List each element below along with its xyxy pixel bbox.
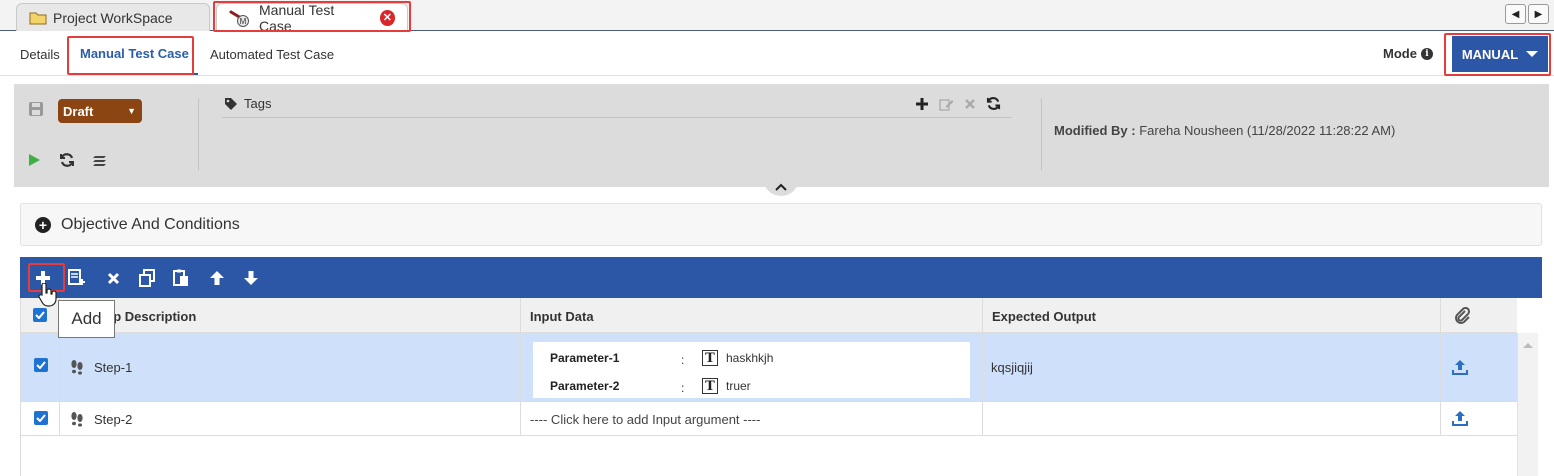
modified-by-label: Modified By : [1054, 123, 1136, 138]
divider [1041, 98, 1042, 170]
svg-text:M: M [240, 17, 247, 26]
row-checkbox[interactable] [34, 411, 48, 425]
scroll-right-icon[interactable]: ▶ [1528, 4, 1549, 24]
column-divider [982, 298, 983, 436]
footsteps-icon [71, 360, 83, 375]
manual-test-icon: M [229, 9, 253, 27]
edit-tag-icon[interactable] [939, 97, 954, 111]
expand-icon: + [35, 216, 51, 233]
tags-divider [222, 117, 1012, 118]
copy-icon [139, 269, 155, 287]
move-up-button[interactable] [207, 268, 227, 288]
vertical-scrollbar[interactable] [1517, 333, 1538, 476]
text-type-icon: T [702, 378, 718, 394]
delete-icon [107, 272, 119, 284]
caret-down-icon [1526, 51, 1539, 57]
copy-step-button[interactable] [137, 268, 157, 288]
delete-tag-icon[interactable] [964, 98, 976, 110]
scroll-left-icon[interactable]: ◀ [1505, 4, 1526, 24]
footsteps-icon [71, 412, 83, 427]
tab-label: Project WorkSpace [53, 9, 173, 26]
run-icon[interactable] [27, 153, 41, 170]
paste-step-button[interactable] [171, 268, 191, 288]
column-divider [520, 298, 521, 436]
upload-icon[interactable] [1452, 359, 1468, 378]
tab-automated-test-case[interactable]: Automated Test Case [210, 47, 334, 62]
param-separator: : [681, 353, 685, 367]
row-checkbox[interactable] [34, 358, 48, 372]
paste-icon [173, 269, 188, 286]
step-label: Step-2 [94, 411, 133, 427]
caret-down-icon: ▼ [127, 106, 136, 116]
chevron-up-icon [775, 183, 787, 191]
tab-manual-test-case-sub[interactable]: Manual Test Case [80, 46, 189, 61]
tab-manual-test-case[interactable]: M Manual Test Case ✕ [216, 1, 408, 34]
refresh-icon[interactable] [59, 152, 75, 171]
layers-icon[interactable] [92, 152, 108, 171]
tags-header: Tags [224, 96, 271, 111]
info-icon[interactable]: i [1420, 47, 1433, 60]
upload-icon[interactable] [1452, 410, 1468, 429]
move-down-button[interactable] [241, 268, 261, 288]
param-name: Parameter-2 [550, 379, 620, 393]
mode-label: Mode i [1383, 46, 1433, 61]
active-tab-underline [70, 73, 198, 75]
tab-project-workspace[interactable]: Project WorkSpace [16, 3, 210, 31]
expected-output-cell[interactable]: kqsjiqjij [991, 360, 1033, 375]
arrow-down-icon [244, 271, 258, 285]
tags-label: Tags [244, 96, 272, 111]
step-cell[interactable]: Step-2 [70, 411, 132, 427]
table-left-border [20, 298, 21, 476]
folder-icon [29, 11, 47, 25]
mode-label-text: Mode [1383, 46, 1417, 61]
scroll-up-icon[interactable] [1522, 341, 1534, 349]
param-name: Parameter-1 [550, 351, 620, 365]
arrow-up-icon [210, 271, 224, 285]
tab-label: Manual Test Case [259, 1, 335, 34]
hand-cursor-icon [36, 282, 58, 310]
mode-value: MANUAL [1461, 46, 1519, 62]
step-cell[interactable]: Step-1 [70, 359, 132, 375]
modified-by: Modified By : Fareha Nousheen (11/28/202… [1054, 123, 1395, 138]
tag-actions [915, 96, 1001, 111]
tooltip: Add [58, 300, 115, 338]
delete-step-button[interactable] [103, 268, 123, 288]
param-value[interactable]: T haskhkjh [702, 350, 773, 366]
step-label: Step-1 [94, 359, 133, 375]
divider [198, 98, 199, 170]
paperclip-icon [1453, 306, 1471, 328]
mode-dropdown[interactable]: MANUAL [1452, 36, 1548, 72]
tag-icon [225, 97, 237, 110]
column-divider [1440, 298, 1441, 436]
param-value-text: truer [726, 379, 751, 393]
table-row[interactable] [20, 402, 1517, 436]
header-input-data[interactable]: Input Data [530, 309, 594, 324]
objective-title: Objective And Conditions [61, 215, 240, 233]
tab-scroll-controls: ◀ ▶ [1505, 4, 1549, 24]
table-header [20, 298, 1517, 333]
objective-section[interactable]: + Objective And Conditions [20, 203, 1542, 246]
status-dropdown[interactable]: Draft ▼ [58, 99, 142, 123]
param-value[interactable]: T truer [702, 378, 751, 394]
header-expected-output[interactable]: Expected Output [992, 309, 1096, 324]
status-value: Draft [63, 103, 94, 119]
close-icon[interactable]: ✕ [379, 9, 395, 26]
modified-by-value: Fareha Nousheen (11/28/2022 11:28:22 AM) [1139, 123, 1396, 138]
param-separator: : [681, 381, 685, 395]
add-tag-icon[interactable] [915, 97, 929, 111]
collapse-panel-button[interactable] [763, 178, 799, 196]
text-type-icon: T [702, 350, 718, 366]
param-value-text: haskhkjh [726, 351, 774, 365]
insert-step-button[interactable] [67, 268, 87, 288]
add-input-argument[interactable]: ---- Click here to add Input argument --… [530, 412, 760, 427]
tab-details[interactable]: Details [20, 47, 60, 62]
refresh-tags-icon[interactable] [986, 96, 1001, 111]
save-icon[interactable] [28, 101, 44, 120]
insert-row-icon [68, 269, 85, 285]
select-all-checkbox[interactable] [33, 308, 47, 322]
